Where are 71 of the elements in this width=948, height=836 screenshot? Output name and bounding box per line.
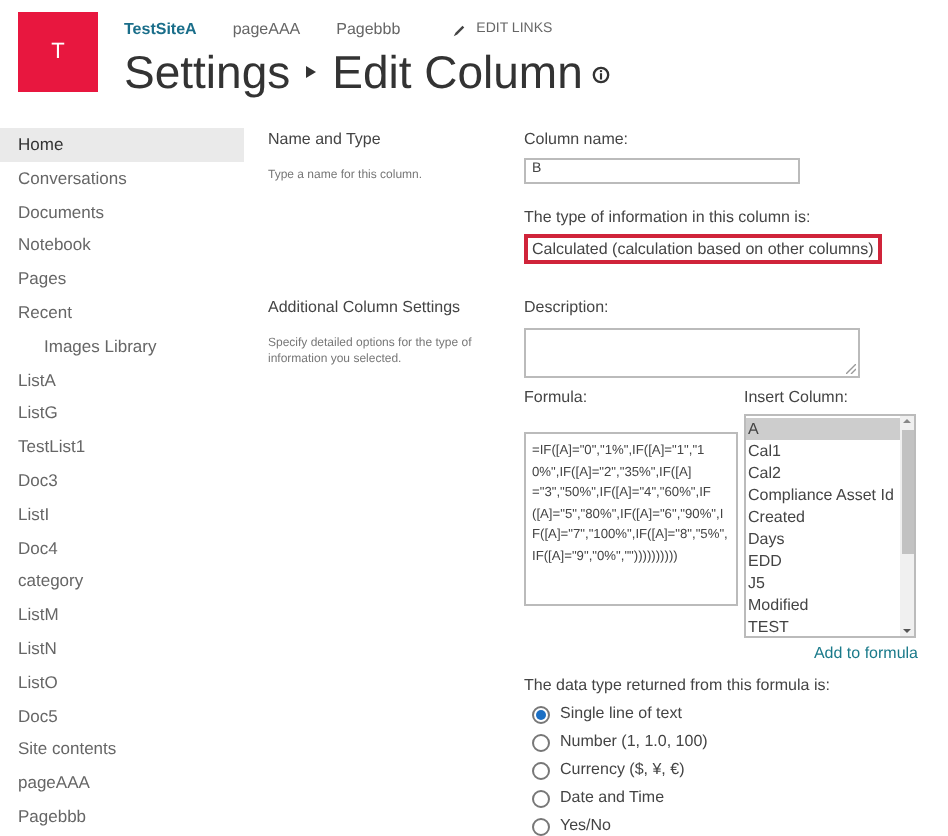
column-option[interactable]: EDD <box>746 550 900 572</box>
top-nav-link[interactable]: TestSiteA <box>124 18 197 42</box>
field-label: Formula: <box>524 386 590 410</box>
add-to-formula-link[interactable]: Add to formula <box>813 642 918 666</box>
site-logo: T <box>18 12 98 92</box>
column-option[interactable]: Days <box>746 528 900 550</box>
sidebar-item[interactable]: ListG <box>0 396 244 431</box>
column-option[interactable]: Created <box>746 506 900 528</box>
column-option[interactable]: A <box>746 418 900 440</box>
scroll-down-icon[interactable] <box>902 626 912 636</box>
return-type-radio[interactable]: Number (1, 1.0, 100) <box>532 728 944 756</box>
radio-label: Currency ($, ¥, €) <box>560 758 685 782</box>
field-label: The type of information in this column is: <box>524 206 813 230</box>
sidebar-item[interactable]: TestList1 <box>0 430 244 464</box>
radio-button[interactable] <box>532 817 550 835</box>
field-label: The data type returned from this formula is: <box>524 674 832 698</box>
column-type-value: Calculated (calculation based on other columns) <box>524 234 882 264</box>
column-option[interactable]: TEST <box>746 616 900 638</box>
resize-handle-icon <box>846 364 856 374</box>
sidebar-item[interactable]: Pages <box>0 262 244 296</box>
page-title: Settings <box>124 44 291 100</box>
sidebar-item[interactable]: Recent <box>0 295 244 330</box>
sidebar-item[interactable]: Notebook <box>0 228 244 263</box>
radio-button[interactable] <box>532 733 550 751</box>
radio-label: Date and Time <box>560 786 665 810</box>
field-label: Column name: <box>524 128 631 152</box>
sidebar-item[interactable]: Doc5 <box>0 699 244 733</box>
sidebar-item[interactable]: ListI <box>0 497 244 532</box>
column-option[interactable]: Modified <box>746 594 900 616</box>
info-icon <box>592 66 611 84</box>
sidebar-item[interactable]: Documents <box>0 195 244 229</box>
sidebar-item[interactable]: Conversations <box>0 161 244 196</box>
page-title: Edit Column <box>332 44 583 100</box>
section-title: Name and Type <box>268 128 383 152</box>
return-type-radio[interactable]: Single line of text <box>532 700 944 728</box>
return-type-radio[interactable]: Currency ($, ¥, €) <box>532 756 944 784</box>
field-label: Description: <box>524 296 611 320</box>
sidebar-item[interactable]: ListA <box>0 363 244 397</box>
breadcrumb-arrow-icon <box>306 66 317 78</box>
sidebar-item[interactable]: Doc4 <box>0 531 244 565</box>
sidebar-item[interactable]: pageAAA <box>0 766 244 800</box>
description-field[interactable] <box>524 328 860 378</box>
column-option[interactable]: Cal2 <box>746 462 900 484</box>
pencil-icon <box>452 23 467 37</box>
return-type-radio[interactable]: Yes/No <box>532 812 944 836</box>
radio-label: Yes/No <box>560 814 611 836</box>
sidebar-item[interactable]: Doc3 <box>0 463 244 498</box>
sidebar-item[interactable]: ListO <box>0 665 244 700</box>
scroll-up-icon[interactable] <box>902 416 912 426</box>
column-option[interactable]: Compliance Asset Id <box>746 484 900 506</box>
sidebar-item[interactable]: Pagebbb <box>0 799 244 834</box>
radio-label: Number (1, 1.0, 100) <box>560 730 708 754</box>
column-option[interactable]: Cal1 <box>746 440 900 462</box>
sidebar-item[interactable]: ListN <box>0 631 244 666</box>
radio-button[interactable] <box>532 789 550 807</box>
insert-column-list[interactable]: A Cal1 Cal2 Compliance Asset Id Created Days EDD J5 Modified TEST <box>744 414 916 638</box>
scrollbar[interactable] <box>900 416 914 636</box>
field-label: Insert Column: <box>744 386 851 410</box>
sidebar-item[interactable]: Site contents <box>0 732 244 767</box>
radio-button[interactable] <box>532 761 550 779</box>
sidebar-item[interactable]: Home <box>0 128 244 162</box>
section-title: Additional Column Settings <box>268 296 463 320</box>
return-type-radio[interactable]: Date and Time <box>532 784 944 812</box>
top-nav-link[interactable]: pageAAA <box>232 18 301 42</box>
radio-button[interactable] <box>532 705 550 723</box>
radio-label: Single line of text <box>560 702 682 726</box>
sidebar-item[interactable]: Images Library <box>0 329 244 364</box>
column-option[interactable]: J5 <box>746 572 900 594</box>
top-nav-link[interactable]: Pagebbb <box>336 18 401 42</box>
sidebar-item[interactable]: category <box>0 564 244 599</box>
sidebar-item[interactable]: ListM <box>0 598 244 632</box>
